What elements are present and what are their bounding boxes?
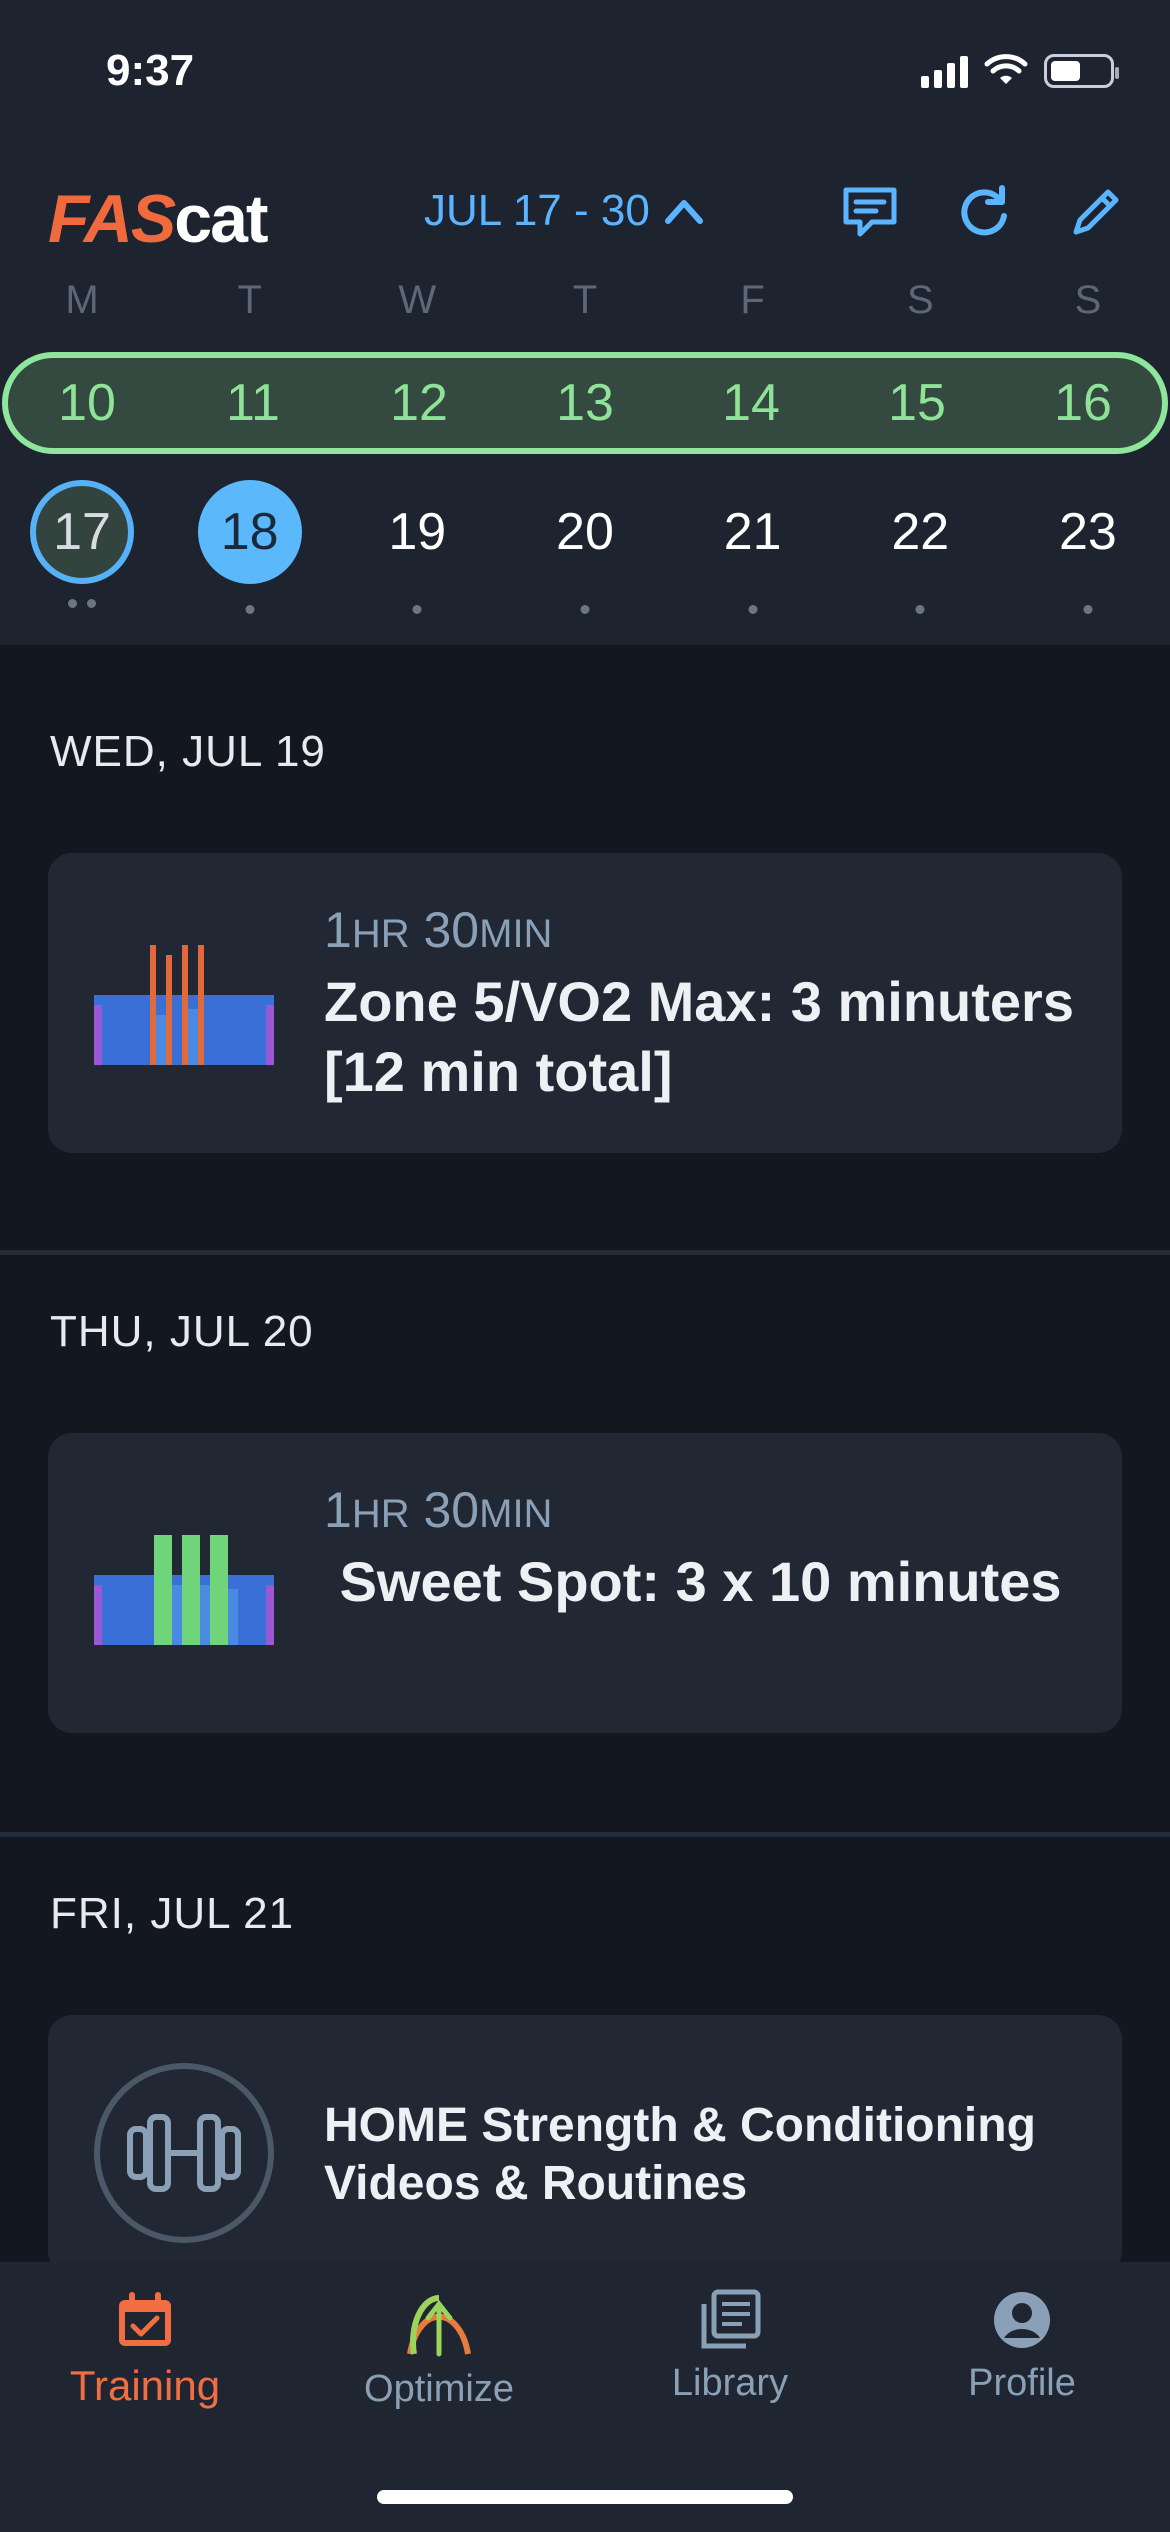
weekday-label: T — [572, 278, 598, 322]
nav-optimize[interactable]: Optimize — [314, 2288, 564, 2411]
nav-training[interactable]: Training — [20, 2288, 270, 2410]
weekday-label: S — [1074, 278, 1102, 322]
day-header: FRI, JUL 21 — [50, 1889, 295, 1938]
calendar-day-today[interactable]: 17 — [30, 480, 134, 608]
nav-label: Library — [671, 2362, 789, 2404]
workout-card[interactable]: 1HR 30MIN Sweet Spot: 3 x 10 minutes — [48, 1433, 1122, 1733]
day-header: WED, JUL 19 — [50, 727, 326, 776]
current-week-row[interactable]: 10 11 12 13 14 15 16 — [2, 352, 1168, 454]
nav-label: Optimize — [364, 2368, 514, 2410]
calendar-day[interactable]: 21 — [701, 480, 805, 614]
weekday-row: M T W T F S S — [0, 278, 1170, 323]
calendar-day[interactable]: 13 — [530, 373, 640, 433]
chevron-up-icon — [664, 200, 703, 224]
library-icon — [701, 2289, 761, 2349]
calendar-check-icon — [119, 2292, 171, 2346]
battery-icon — [1044, 54, 1119, 88]
nav-profile[interactable]: Profile — [897, 2288, 1147, 2405]
workout-title: Zone 5/VO2 Max: 3 minuters [12 min total… — [324, 970, 1074, 1103]
calendar-day[interactable]: 11 — [198, 373, 308, 433]
calendar-day[interactable]: 15 — [862, 373, 972, 433]
arrow-arc-icon — [407, 2295, 471, 2357]
calendar-day[interactable]: 16 — [1028, 373, 1138, 433]
calendar-day[interactable]: 20 — [533, 480, 637, 614]
refresh-icon[interactable] — [952, 180, 1016, 244]
calendar-day[interactable]: 23 — [1036, 480, 1140, 614]
calendar-day[interactable]: 12 — [364, 373, 474, 433]
nav-label: Training — [69, 2362, 221, 2409]
workout-card[interactable]: 1HR 30MIN Zone 5/VO2 Max: 3 minuters [12… — [48, 853, 1122, 1153]
profile-icon — [994, 2292, 1050, 2348]
weekday-label: W — [398, 278, 437, 322]
status-icons — [921, 54, 1119, 88]
calendar-day[interactable]: 14 — [696, 373, 806, 433]
header-area: 9:37 FAScat JUL 17 - 30 M T W T F S S 10… — [0, 0, 1170, 645]
workout-title: Sweet Spot: 3 x 10 minutes — [324, 1550, 1062, 1613]
calendar-day[interactable]: 22 — [868, 480, 972, 614]
day-section: THU, JUL 20 1HR 30MIN Sweet Spot: 3 x 10… — [0, 1255, 1170, 1830]
date-range-label: JUL 17 - 30 — [424, 186, 650, 235]
day-section: WED, JUL 19 1HR 30MIN Zone 5/VO2 Max: 3 … — [0, 645, 1170, 1250]
day-section: FRI, JUL 21 HOME Strength & Conditioning… — [0, 1837, 1170, 2275]
home-indicator[interactable] — [377, 2490, 793, 2504]
status-time: 9:37 — [106, 46, 195, 95]
date-range-selector[interactable]: JUL 17 - 30 — [424, 186, 704, 236]
workout-title: HOME Strength & Conditioning Videos & Ro… — [324, 2099, 1036, 2210]
dumbbell-icon — [94, 2063, 274, 2243]
weekday-label: M — [65, 278, 99, 322]
nav-library[interactable]: Library — [605, 2288, 855, 2405]
chat-icon[interactable] — [838, 180, 902, 244]
edit-icon[interactable] — [1064, 180, 1128, 244]
workout-duration: 1HR 30MIN — [324, 902, 553, 958]
sweet-spot-workout-graph-icon — [94, 1535, 274, 1645]
signal-icon — [921, 54, 968, 88]
fascat-logo: FAScat — [48, 181, 269, 257]
day-header: THU, JUL 20 — [50, 1307, 314, 1356]
calendar-day[interactable]: 10 — [32, 373, 142, 433]
workout-card[interactable]: HOME Strength & Conditioning Videos & Ro… — [48, 2015, 1122, 2275]
workout-duration: 1HR 30MIN — [324, 1482, 553, 1538]
weekday-label: T — [237, 278, 262, 322]
vo2-workout-graph-icon — [94, 945, 274, 1065]
next-week-row: 17 18 19 20 21 22 23 — [0, 480, 1170, 614]
wifi-icon — [984, 54, 1028, 84]
nav-label: Profile — [968, 2362, 1076, 2404]
weekday-label: S — [906, 278, 934, 322]
calendar-day[interactable]: 19 — [365, 480, 469, 614]
calendar-day-selected[interactable]: 18 — [197, 480, 302, 614]
weekday-label: F — [740, 278, 765, 322]
